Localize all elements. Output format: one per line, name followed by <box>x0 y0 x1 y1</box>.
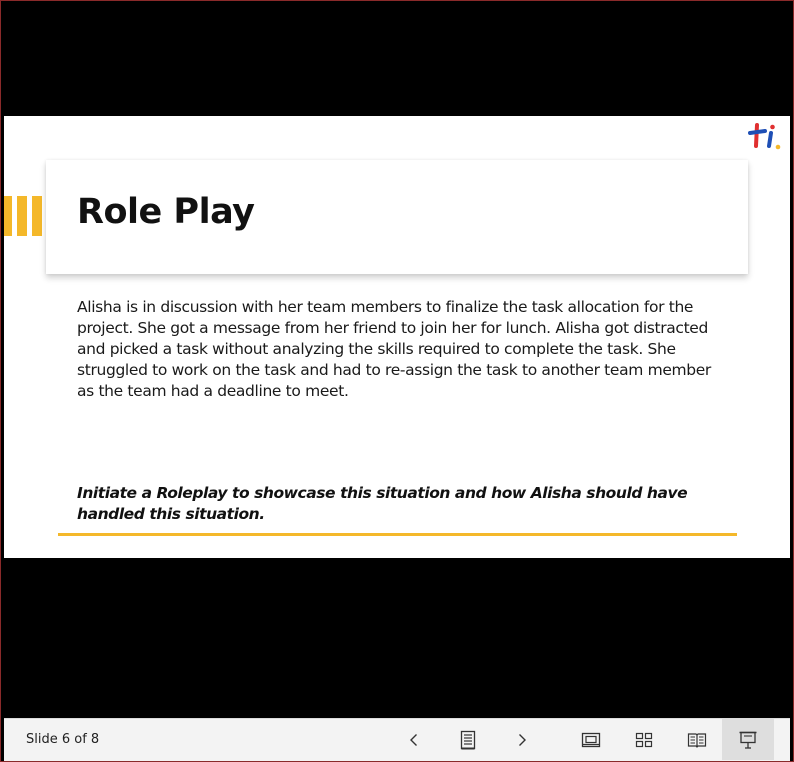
normal-view-button[interactable] <box>575 724 607 756</box>
status-toolbar: Slide 6 of 8 <box>4 718 790 761</box>
previous-slide-button[interactable] <box>398 724 430 756</box>
slide-counter: Slide 6 of 8 <box>26 732 100 747</box>
notes-icon <box>460 730 476 750</box>
slide-sorter-button[interactable] <box>628 724 660 756</box>
slide: Role Play Alisha is in discussion with h… <box>4 116 790 558</box>
book-icon <box>687 733 707 748</box>
grid-icon <box>635 732 653 748</box>
notes-button[interactable] <box>452 724 484 756</box>
decorative-accent-bars <box>4 196 42 236</box>
slideshow-button[interactable] <box>722 719 774 760</box>
scenario-text: Alisha is in discussion with her team me… <box>77 298 711 400</box>
chevron-right-icon <box>519 734 526 746</box>
slide-title: Role Play <box>77 192 255 232</box>
title-card: Role Play <box>46 160 748 274</box>
reading-view-button[interactable] <box>681 724 713 756</box>
presentation-window: Role Play Alisha is in discussion with h… <box>0 0 794 762</box>
next-slide-button[interactable] <box>506 724 538 756</box>
chevron-left-icon <box>410 734 417 746</box>
brand-logo-icon <box>748 123 781 150</box>
presentation-icon <box>739 731 757 749</box>
instruction-text: Initiate a Roleplay to showcase this sit… <box>77 484 688 523</box>
normal-view-icon <box>581 732 601 748</box>
accent-divider <box>58 533 737 536</box>
